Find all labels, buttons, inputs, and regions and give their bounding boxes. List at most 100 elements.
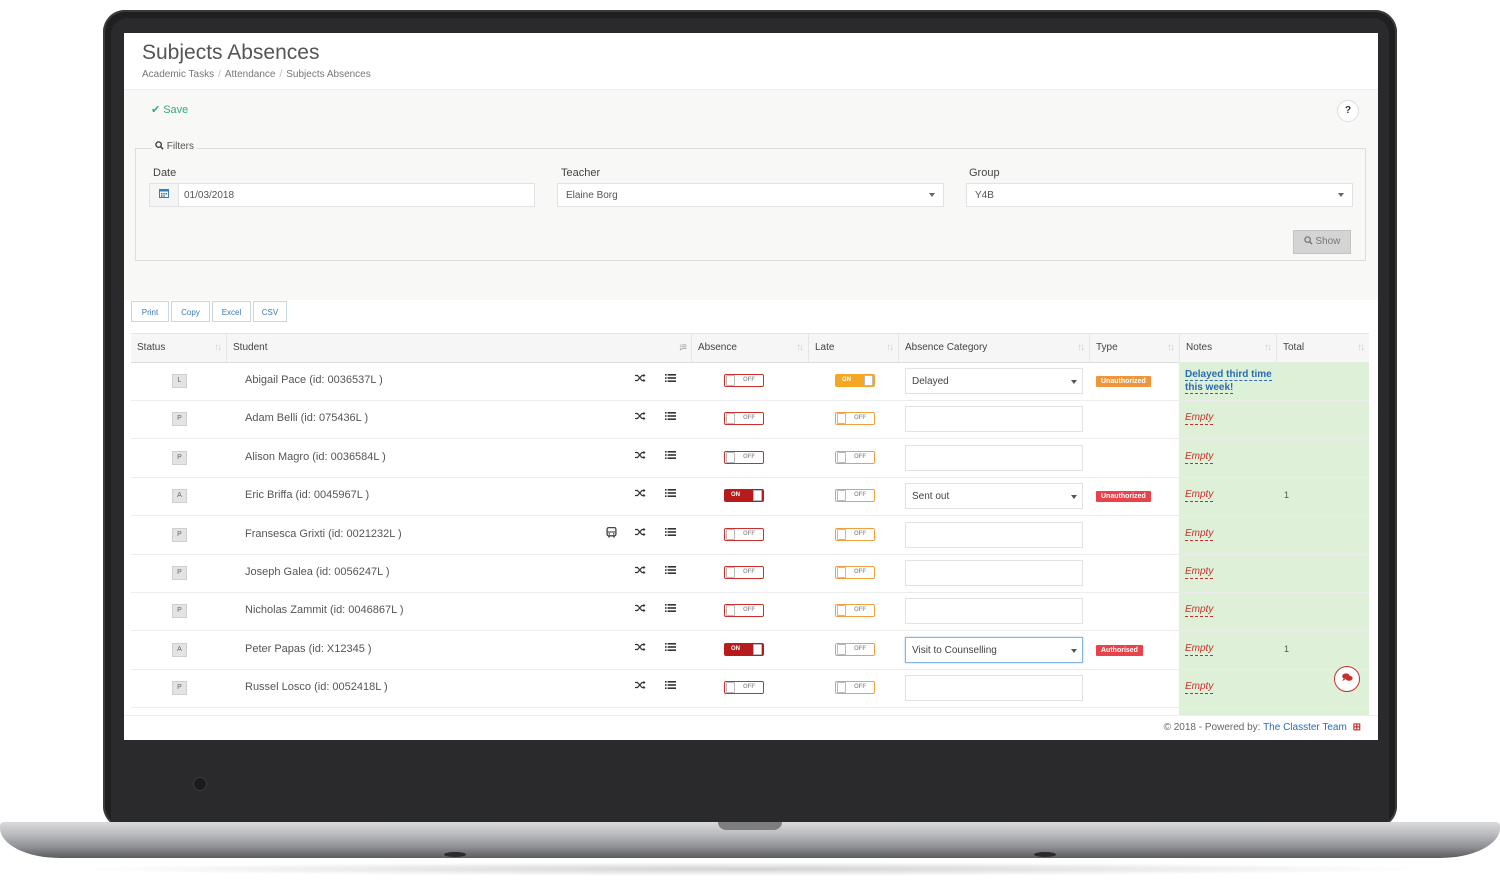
list-icon[interactable] — [665, 642, 676, 655]
absence-category-select[interactable]: Delayed — [905, 368, 1083, 394]
student-name[interactable]: Joseph Galea (id: 0056247L ) — [245, 566, 390, 578]
notes-editable[interactable]: Empty — [1185, 566, 1214, 579]
help-button[interactable]: ? — [1337, 100, 1359, 122]
col-header-absence[interactable]: Absence ↑↓ — [692, 334, 809, 362]
chat-icon[interactable] — [1334, 666, 1360, 692]
late-toggle[interactable]: OFF — [835, 642, 875, 656]
absence-toggle[interactable]: OFF — [724, 566, 764, 579]
teacher-select[interactable]: Elaine Borg — [557, 183, 944, 207]
excel-button[interactable]: Excel — [212, 301, 251, 322]
absence-toggle[interactable]: OFF — [724, 412, 764, 426]
show-button[interactable]: Show — [1293, 230, 1351, 254]
absence-category-input[interactable] — [905, 598, 1083, 625]
list-icon[interactable] — [665, 680, 676, 693]
student-name[interactable]: Russel Losco (id: 0052418L ) — [245, 681, 388, 693]
notes-editable[interactable]: Empty — [1185, 681, 1214, 695]
student-name[interactable]: Alison Magro (id: 0036584L ) — [245, 451, 386, 463]
absence-category-select[interactable]: Visit to Counselling — [905, 636, 1083, 663]
csv-button[interactable]: CSV — [253, 301, 287, 322]
list-icon[interactable] — [665, 411, 676, 424]
student-name[interactable]: Eric Briffa (id: 0045967L ) — [245, 489, 369, 501]
shuffle-icon[interactable] — [635, 565, 646, 578]
shuffle-icon[interactable] — [635, 411, 646, 424]
status-badge[interactable]: L — [172, 374, 187, 388]
notes-editable[interactable]: Empty — [1185, 604, 1214, 618]
student-name[interactable]: Fransesca Grixti (id: 0021232L ) — [245, 528, 402, 540]
absence-category-input[interactable] — [905, 444, 1083, 471]
status-badge[interactable]: P — [172, 566, 187, 580]
absence-category-input[interactable] — [905, 675, 1083, 702]
late-toggle[interactable]: OFF — [835, 527, 875, 541]
status-badge[interactable]: P — [172, 527, 187, 542]
copy-button[interactable]: Copy — [171, 301, 210, 322]
late-toggle[interactable]: OFF — [835, 489, 875, 503]
col-header-type[interactable]: Type ↑↓ — [1090, 334, 1180, 362]
absence-toggle[interactable]: OFF — [724, 374, 764, 387]
absence-category-select[interactable]: Sent out — [905, 483, 1083, 510]
late-toggle[interactable]: OFF — [835, 604, 875, 618]
shuffle-icon[interactable] — [635, 373, 646, 386]
col-header-student[interactable]: Student ↓≡ — [227, 334, 692, 362]
absence-toggle[interactable]: ON — [724, 642, 764, 656]
toggle-knob — [837, 528, 846, 540]
group-select[interactable]: Y4B — [966, 183, 1353, 207]
absence-toggle[interactable]: OFF — [724, 450, 764, 464]
absence-category-input[interactable] — [905, 406, 1083, 433]
late-toggle[interactable]: OFF — [835, 566, 875, 579]
notes-editable[interactable]: Empty — [1185, 528, 1214, 541]
shuffle-icon[interactable] — [635, 450, 646, 463]
breadcrumb-academic-tasks[interactable]: Academic Tasks — [142, 69, 214, 80]
student-name[interactable]: Peter Papas (id: X12345 ) — [245, 643, 372, 655]
col-header-absence-category[interactable]: Absence Category ↑↓ — [899, 334, 1090, 362]
list-icon[interactable] — [665, 565, 676, 578]
col-header-notes[interactable]: Notes ↑↓ — [1180, 334, 1277, 362]
status-badge[interactable]: P — [172, 412, 187, 427]
col-header-total[interactable]: Total ↑↓ — [1277, 334, 1369, 362]
list-icon[interactable] — [665, 488, 676, 501]
footer-link[interactable]: The Classter Team — [1263, 722, 1347, 733]
student-name[interactable]: Abigail Pace (id: 0036537L ) — [245, 374, 383, 386]
shuffle-icon[interactable] — [635, 488, 646, 501]
late-toggle[interactable]: ON — [835, 374, 875, 387]
absence-toggle[interactable]: OFF — [724, 604, 764, 618]
bus-icon[interactable] — [606, 526, 617, 541]
absence-category-input[interactable] — [905, 560, 1083, 586]
print-button[interactable]: Print — [131, 301, 169, 322]
save-button[interactable]: ✔ Save — [151, 103, 188, 116]
status-badge[interactable]: A — [172, 642, 187, 657]
status-badge[interactable]: P — [172, 450, 187, 465]
shuffle-icon[interactable] — [635, 527, 646, 540]
list-icon[interactable] — [665, 603, 676, 616]
shuffle-icon[interactable] — [635, 642, 646, 655]
student-name[interactable]: Adam Belli (id: 075436L ) — [245, 412, 368, 424]
calendar-icon[interactable] — [150, 184, 179, 206]
late-toggle[interactable]: OFF — [835, 412, 875, 426]
notes-editable[interactable]: Empty — [1185, 451, 1214, 464]
list-icon[interactable] — [665, 373, 676, 386]
col-header-late[interactable]: Late ↑↓ — [809, 334, 899, 362]
col-header-status[interactable]: Status ↑↓ — [131, 334, 227, 362]
toolbar: ✔ Save ? — [124, 89, 1378, 131]
absence-toggle[interactable]: OFF — [724, 681, 764, 695]
status-badge[interactable]: A — [172, 489, 187, 504]
absence-toggle[interactable]: ON — [724, 489, 764, 503]
notes-editable[interactable]: Empty — [1185, 489, 1214, 503]
laptop-shadow — [60, 862, 1440, 876]
absence-toggle[interactable]: OFF — [724, 527, 764, 541]
late-toggle[interactable]: OFF — [835, 450, 875, 464]
date-field[interactable]: 01/03/2018 — [149, 183, 535, 207]
shuffle-icon[interactable] — [635, 680, 646, 693]
status-badge[interactable]: P — [172, 604, 187, 619]
list-icon[interactable] — [665, 450, 676, 463]
absence-category-input[interactable] — [905, 521, 1083, 548]
student-name[interactable]: Nicholas Zammit (id: 0046867L ) — [245, 604, 404, 616]
breadcrumb-attendance[interactable]: Attendance — [225, 69, 276, 80]
list-icon[interactable] — [665, 527, 676, 540]
status-badge[interactable]: P — [172, 681, 187, 696]
late-toggle[interactable]: OFF — [835, 681, 875, 695]
notes-editable[interactable]: Empty — [1185, 643, 1214, 656]
shuffle-icon[interactable] — [635, 603, 646, 616]
notes-editable[interactable]: Empty — [1185, 412, 1214, 426]
date-label: Date — [153, 167, 177, 179]
notes-editable[interactable]: Delayed third time this week! — [1185, 368, 1277, 394]
